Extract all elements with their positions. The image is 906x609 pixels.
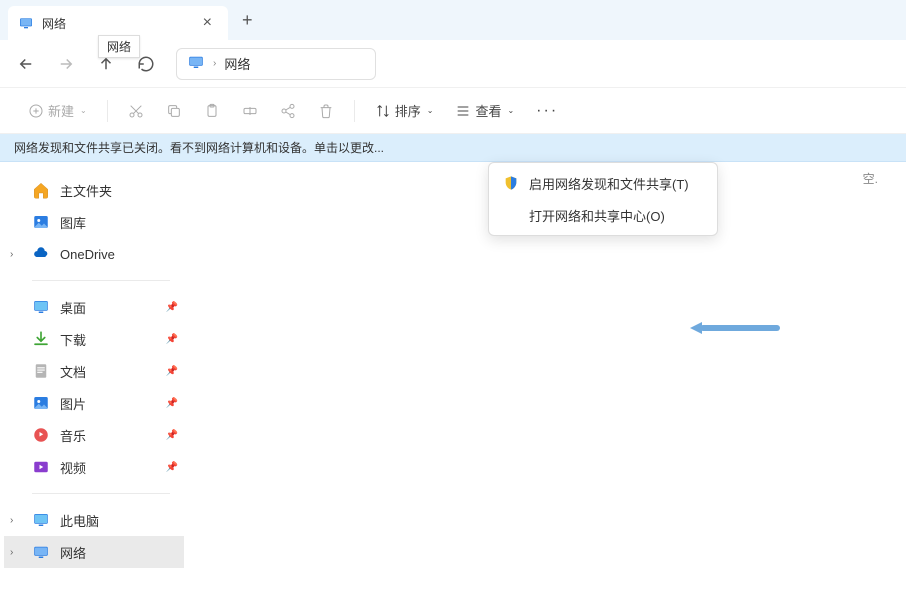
sidebar-item-label: 音乐	[60, 426, 86, 445]
sidebar-item-documents[interactable]: 文档 📌	[4, 355, 184, 387]
pin-icon: 📌	[166, 462, 178, 473]
sidebar-item-label: 桌面	[60, 298, 86, 317]
divider	[354, 100, 355, 122]
network-icon	[32, 543, 50, 561]
address-bar[interactable]: › 网络	[176, 48, 376, 80]
context-menu: 启用网络发现和文件共享(T) 打开网络和共享中心(O)	[488, 162, 718, 236]
pin-icon: 📌	[166, 334, 178, 345]
sidebar-item-label: 主文件夹	[60, 181, 112, 200]
sidebar-item-label: 网络	[60, 543, 86, 562]
forward-button[interactable]	[48, 48, 84, 80]
sidebar-item-home[interactable]: 主文件夹	[4, 174, 184, 206]
empty-hint: 空.	[863, 170, 878, 187]
tab-tooltip: 网络	[98, 35, 140, 58]
download-icon	[32, 330, 50, 348]
new-tab-button[interactable]: +	[228, 4, 267, 37]
sidebar-item-videos[interactable]: 视频 📌	[4, 451, 184, 483]
delete-button[interactable]	[310, 99, 342, 123]
sidebar-item-label: 视频	[60, 458, 86, 477]
sidebar-item-pictures[interactable]: 图片 📌	[4, 387, 184, 419]
rename-button[interactable]	[234, 99, 266, 123]
pin-icon: 📌	[166, 430, 178, 441]
sidebar-item-label: 图片	[60, 394, 86, 413]
gallery-icon	[32, 213, 50, 231]
divider	[32, 280, 170, 281]
sidebar-item-label: 下载	[60, 330, 86, 349]
documents-icon	[32, 362, 50, 380]
cut-button[interactable]	[120, 99, 152, 123]
sidebar-item-gallery[interactable]: 图库	[4, 206, 184, 238]
sidebar-item-downloads[interactable]: 下载 📌	[4, 323, 184, 355]
sidebar-item-label: 文档	[60, 362, 86, 381]
pin-icon: 📌	[166, 366, 178, 377]
sidebar-item-desktop[interactable]: 桌面 📌	[4, 291, 184, 323]
sidebar-item-label: OneDrive	[60, 247, 115, 262]
pin-icon: 📌	[166, 302, 178, 313]
network-icon	[187, 53, 205, 74]
sidebar-item-label: 此电脑	[60, 511, 99, 530]
desktop-icon	[32, 298, 50, 316]
ctx-open-center[interactable]: 打开网络和共享中心(O)	[489, 199, 717, 231]
sidebar-item-onedrive[interactable]: › OneDrive	[4, 238, 184, 270]
annotation-arrow	[700, 322, 780, 334]
close-icon[interactable]: ×	[197, 12, 218, 34]
ctx-item-label: 打开网络和共享中心(O)	[529, 206, 665, 225]
new-button[interactable]: 新建 ⌄	[20, 97, 95, 124]
sidebar-item-music[interactable]: 音乐 📌	[4, 419, 184, 451]
caret-down-icon: ⌄	[427, 106, 434, 115]
home-icon	[32, 181, 50, 199]
info-bar[interactable]: 网络发现和文件共享已关闭。看不到网络计算机和设备。单击以更改...	[0, 134, 906, 162]
expand-icon[interactable]: ›	[10, 547, 13, 558]
tab-bar: 网络 × + 网络	[0, 0, 906, 40]
expand-icon[interactable]: ›	[10, 515, 13, 526]
copy-button[interactable]	[158, 99, 190, 123]
divider	[32, 493, 170, 494]
content-pane[interactable]: 启用网络发现和文件共享(T) 打开网络和共享中心(O) 空.	[190, 162, 906, 609]
breadcrumb-separator: ›	[213, 58, 216, 69]
pictures-icon	[32, 394, 50, 412]
info-message: 网络发现和文件共享已关闭。看不到网络计算机和设备。单击以更改...	[14, 139, 384, 156]
sidebar-item-label: 图库	[60, 213, 86, 232]
caret-down-icon: ⌄	[80, 106, 87, 115]
network-icon	[18, 15, 34, 31]
expand-icon[interactable]: ›	[10, 249, 13, 260]
back-button[interactable]	[8, 48, 44, 80]
ctx-item-label: 启用网络发现和文件共享(T)	[529, 174, 689, 193]
more-button[interactable]: ···	[528, 98, 566, 124]
ctx-enable-discovery[interactable]: 启用网络发现和文件共享(T)	[489, 167, 717, 199]
divider	[107, 100, 108, 122]
sidebar: 主文件夹 图库 › OneDrive 桌面 📌	[0, 162, 190, 609]
blank-icon	[503, 207, 519, 223]
share-button[interactable]	[272, 99, 304, 123]
sidebar-item-network[interactable]: › 网络	[4, 536, 184, 568]
body-area: 主文件夹 图库 › OneDrive 桌面 📌	[0, 162, 906, 609]
view-button[interactable]: 查看 ⌄	[447, 97, 522, 124]
pin-icon: 📌	[166, 398, 178, 409]
toolbar: 新建 ⌄ 排序 ⌄ 查看 ⌄ ···	[0, 88, 906, 134]
videos-icon	[32, 458, 50, 476]
thispc-icon	[32, 511, 50, 529]
breadcrumb-network[interactable]: 网络	[224, 54, 250, 73]
shield-icon	[503, 175, 519, 191]
caret-down-icon: ⌄	[507, 106, 514, 115]
sidebar-item-thispc[interactable]: › 此电脑	[4, 504, 184, 536]
music-icon	[32, 426, 50, 444]
onedrive-icon	[32, 245, 50, 263]
paste-button[interactable]	[196, 99, 228, 123]
tab-title: 网络	[42, 15, 197, 32]
sort-button[interactable]: 排序 ⌄	[367, 97, 442, 124]
